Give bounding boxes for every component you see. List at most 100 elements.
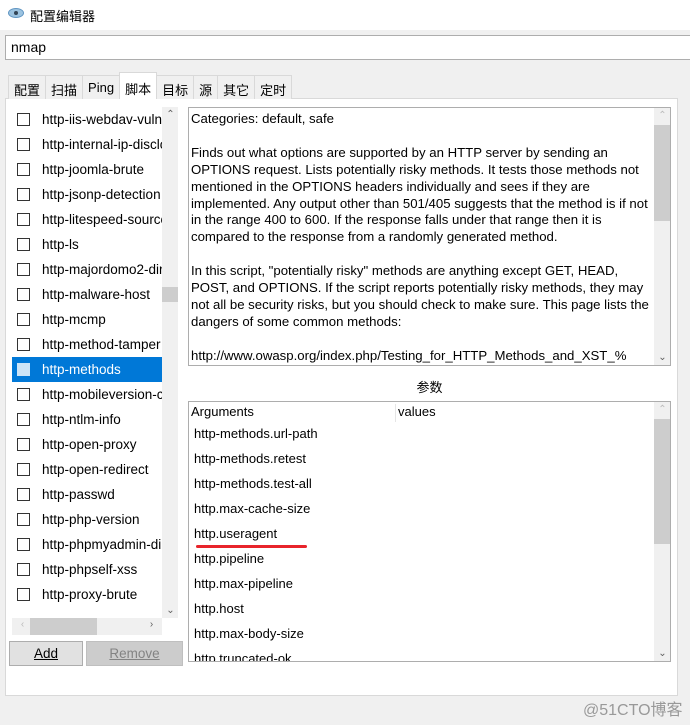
tab-0[interactable]: 配置 bbox=[8, 75, 47, 99]
script-list-hscrollbar[interactable]: ‹ › bbox=[12, 618, 162, 635]
checkbox[interactable] bbox=[17, 163, 30, 176]
script-name: http-iis-webdav-vuln bbox=[42, 112, 162, 127]
remove-button[interactable]: Remove bbox=[86, 641, 183, 666]
list-item[interactable]: http-litespeed-source bbox=[12, 207, 162, 232]
script-name: http-open-proxy bbox=[42, 437, 137, 452]
checkbox[interactable] bbox=[17, 438, 30, 451]
checkbox[interactable] bbox=[17, 388, 30, 401]
list-item[interactable]: http-ntlm-info bbox=[12, 407, 162, 432]
table-row[interactable]: http-methods.retest bbox=[189, 447, 670, 472]
tab-2[interactable]: Ping bbox=[82, 75, 121, 99]
hscroll-thumb[interactable] bbox=[30, 618, 97, 635]
list-item[interactable]: http-open-redirect bbox=[12, 457, 162, 482]
scroll-down-icon[interactable]: ⌄ bbox=[654, 352, 671, 363]
table-row[interactable]: http.truncated-ok bbox=[189, 647, 670, 661]
checkbox[interactable] bbox=[17, 213, 30, 226]
tab-5[interactable]: 源 bbox=[193, 75, 219, 99]
list-item[interactable]: http-mobileversion-c bbox=[12, 382, 162, 407]
table-row[interactable]: http.pipeline bbox=[189, 547, 670, 572]
table-row[interactable]: http-methods.url-path bbox=[189, 422, 670, 447]
checkbox[interactable] bbox=[17, 238, 30, 251]
title-bar: 配置编辑器 bbox=[0, 0, 690, 30]
scroll-left-icon[interactable]: ‹ bbox=[14, 619, 31, 630]
checkbox[interactable] bbox=[17, 363, 30, 376]
script-name: http-mobileversion-c bbox=[42, 387, 162, 402]
window-title: 配置编辑器 bbox=[30, 9, 96, 24]
tab-6[interactable]: 其它 bbox=[217, 75, 256, 99]
table-row[interactable]: http.max-body-size bbox=[189, 622, 670, 647]
table-row[interactable]: http-methods.test-all bbox=[189, 472, 670, 497]
desc-categories: Categories: default, safe bbox=[191, 111, 334, 126]
list-item[interactable]: http-method-tamper bbox=[12, 332, 162, 357]
scroll-up-icon[interactable]: ⌃ bbox=[162, 109, 179, 120]
list-item[interactable]: http-malware-host bbox=[12, 282, 162, 307]
list-item[interactable]: http-majordomo2-dir bbox=[12, 257, 162, 282]
checkbox[interactable] bbox=[17, 488, 30, 501]
checkbox[interactable] bbox=[17, 188, 30, 201]
script-name: http-ntlm-info bbox=[42, 412, 121, 427]
list-item[interactable]: http-passwd bbox=[12, 482, 162, 507]
tab-4[interactable]: 目标 bbox=[156, 75, 195, 99]
script-name: http-php-version bbox=[42, 512, 140, 527]
list-item[interactable]: http-open-proxy bbox=[12, 432, 162, 457]
checkbox[interactable] bbox=[17, 538, 30, 551]
checkbox[interactable] bbox=[17, 263, 30, 276]
list-item[interactable]: http-proxy-brute bbox=[12, 582, 162, 607]
description-scrollbar[interactable]: ⌃ ⌄ bbox=[654, 108, 670, 365]
remove-label: Remove bbox=[109, 646, 160, 661]
table-row[interactable]: http.host bbox=[189, 597, 670, 622]
target-input[interactable]: nmap bbox=[5, 35, 690, 60]
checkbox[interactable] bbox=[17, 413, 30, 426]
script-description[interactable]: Categories: default, safe Finds out what… bbox=[188, 107, 671, 366]
tab-1[interactable]: 扫描 bbox=[45, 75, 84, 99]
scroll-thumb[interactable] bbox=[654, 125, 670, 221]
scroll-thumb[interactable] bbox=[654, 419, 670, 544]
list-item[interactable]: http-ls bbox=[12, 232, 162, 257]
arguments-label: 参数 bbox=[416, 380, 443, 395]
tab-7[interactable]: 定时 bbox=[254, 75, 293, 99]
checkbox[interactable] bbox=[17, 513, 30, 526]
checkbox[interactable] bbox=[17, 463, 30, 476]
table-row[interactable]: http.max-cache-size bbox=[189, 497, 670, 522]
scroll-right-icon[interactable]: › bbox=[143, 619, 160, 630]
scroll-up-icon[interactable]: ⌃ bbox=[654, 110, 671, 121]
list-item[interactable]: http-iis-webdav-vuln bbox=[12, 107, 162, 132]
list-item[interactable]: http-methods bbox=[12, 357, 162, 382]
script-name: http-mcmp bbox=[42, 312, 106, 327]
checkbox[interactable] bbox=[17, 338, 30, 351]
arguments-table[interactable]: Arguments values http-methods.url-path ht… bbox=[188, 401, 671, 662]
scroll-down-icon[interactable]: ⌄ bbox=[162, 605, 179, 616]
list-item[interactable]: http-mcmp bbox=[12, 307, 162, 332]
table-row[interactable]: http.max-pipeline bbox=[189, 572, 670, 597]
arguments-scrollbar[interactable]: ⌃ ⌄ bbox=[654, 402, 670, 661]
tab-3[interactable]: 脚本 bbox=[119, 72, 158, 99]
checkbox[interactable] bbox=[17, 563, 30, 576]
table-row[interactable]: http.useragent bbox=[189, 522, 670, 547]
checkbox[interactable] bbox=[17, 588, 30, 601]
script-name: http-jsonp-detection bbox=[42, 187, 161, 202]
script-list[interactable]: http-iis-webdav-vuln http-internal-ip-dis… bbox=[12, 107, 162, 618]
checkbox[interactable] bbox=[17, 313, 30, 326]
list-item[interactable]: http-phpmyadmin-dir bbox=[12, 532, 162, 557]
scroll-thumb[interactable] bbox=[162, 287, 178, 302]
scroll-up-icon[interactable]: ⌃ bbox=[654, 404, 671, 415]
col-values[interactable]: values bbox=[396, 404, 436, 422]
table-header: Arguments values bbox=[189, 402, 670, 422]
list-item[interactable]: http-joomla-brute bbox=[12, 157, 162, 182]
script-name: http-ls bbox=[42, 237, 79, 252]
script-name: http-majordomo2-dir bbox=[42, 262, 162, 277]
scroll-down-icon[interactable]: ⌄ bbox=[654, 648, 671, 659]
checkbox[interactable] bbox=[17, 113, 30, 126]
script-name: http-passwd bbox=[42, 487, 115, 502]
list-item[interactable]: http-jsonp-detection bbox=[12, 182, 162, 207]
tab-bar: 配置 扫描 Ping 脚本 目标源其它 定时 bbox=[8, 72, 293, 99]
list-item[interactable]: http-internal-ip-disclo bbox=[12, 132, 162, 157]
add-button[interactable]: Add bbox=[9, 641, 83, 666]
col-arguments[interactable]: Arguments bbox=[189, 404, 396, 422]
script-list-vscrollbar[interactable]: ⌃ ⌄ bbox=[162, 107, 178, 618]
list-item[interactable]: http-php-version bbox=[12, 507, 162, 532]
checkbox[interactable] bbox=[17, 288, 30, 301]
add-label: Add bbox=[33, 646, 59, 661]
list-item[interactable]: http-phpself-xss bbox=[12, 557, 162, 582]
checkbox[interactable] bbox=[17, 138, 30, 151]
